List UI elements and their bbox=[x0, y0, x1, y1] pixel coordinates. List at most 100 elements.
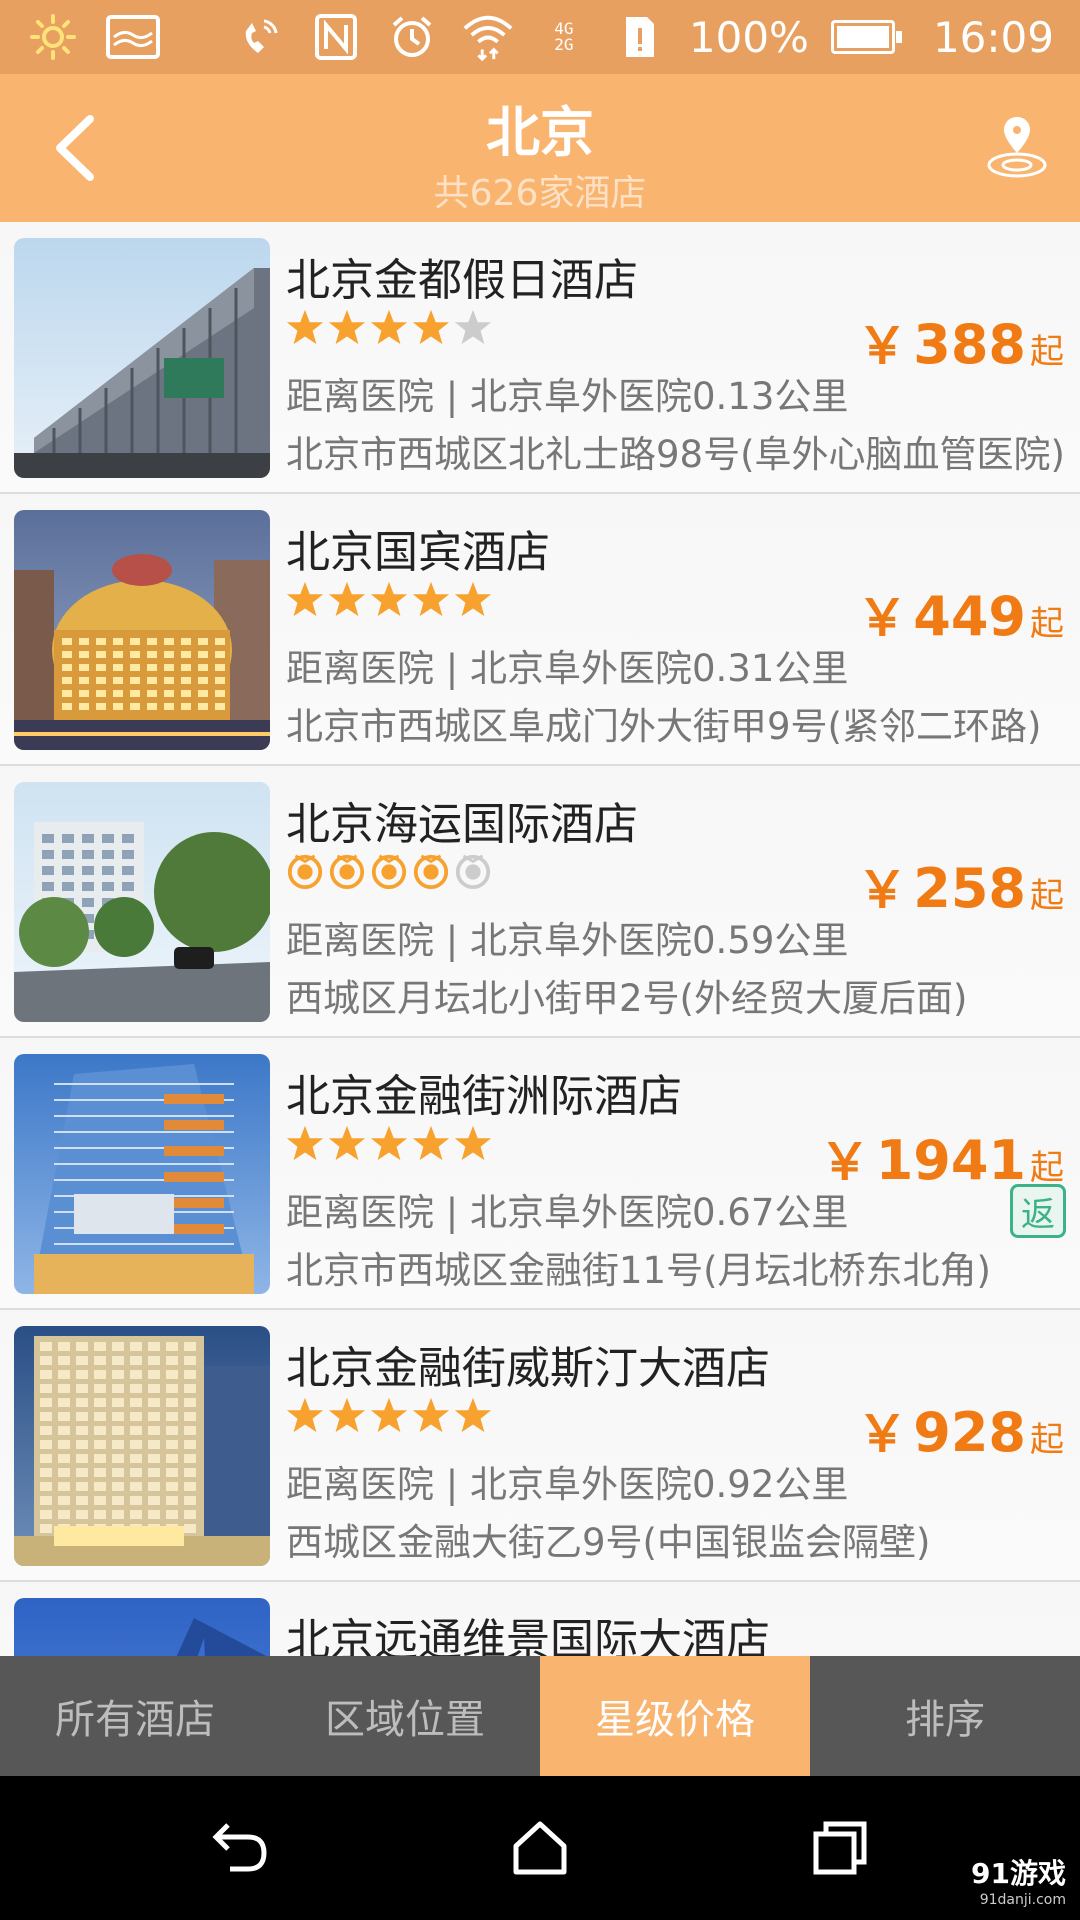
hotel-row[interactable]: 北京海运国际酒店距离医院 | 北京阜外医院0.59公里西城区月坛北小街甲2号(外… bbox=[0, 766, 1080, 1038]
hotel-distance: 距离医院 | 北京阜外医院0.59公里 bbox=[286, 919, 849, 962]
hotel-address: 西城区月坛北小街甲2号(外经贸大厦后面) bbox=[286, 977, 968, 1020]
diamond-rating-icon bbox=[287, 854, 323, 890]
price-amount: 1941 bbox=[875, 1129, 1026, 1192]
currency-symbol: ￥ bbox=[857, 861, 908, 919]
alarm-icon bbox=[385, 12, 439, 62]
hotel-photo bbox=[14, 1598, 270, 1656]
hotel-distance: 距离医院 | 北京阜外医院0.31公里 bbox=[286, 647, 849, 690]
sim-alert-icon bbox=[613, 12, 667, 62]
tab-area-location[interactable]: 区域位置 bbox=[270, 1656, 540, 1776]
header: 北京 共626家酒店 bbox=[0, 74, 1080, 222]
star-icon bbox=[412, 581, 450, 617]
status-bar: 4G 2G 100% 16:09 bbox=[0, 0, 1080, 74]
sun-icon bbox=[26, 12, 80, 62]
price-suffix: 起 bbox=[1030, 1148, 1064, 1188]
star-icon bbox=[286, 309, 324, 345]
star-icon bbox=[454, 1125, 492, 1161]
hotel-rating bbox=[286, 852, 492, 896]
hotel-photo bbox=[14, 238, 270, 478]
price-suffix: 起 bbox=[1030, 332, 1064, 372]
system-nav-bar: 91游戏 91danji.com bbox=[0, 1776, 1080, 1920]
clock: 16:09 bbox=[932, 12, 1054, 62]
star-icon bbox=[454, 581, 492, 617]
hotel-photo bbox=[14, 510, 270, 750]
hotel-row[interactable]: 北京金都假日酒店距离医院 | 北京阜外医院0.13公里北京市西城区北礼士路98号… bbox=[0, 222, 1080, 494]
star-icon bbox=[370, 309, 408, 345]
star-icon bbox=[370, 1397, 408, 1433]
nav-recents-icon bbox=[813, 1821, 867, 1875]
currency-symbol: ￥ bbox=[857, 589, 908, 647]
hotel-list[interactable]: 北京金都假日酒店距离医院 | 北京阜外医院0.13公里北京市西城区北礼士路98号… bbox=[0, 222, 1080, 1656]
hotel-name: 北京金都假日酒店 bbox=[286, 255, 638, 306]
tab-star-price[interactable]: 星级价格 bbox=[540, 1656, 810, 1776]
hotel-rating bbox=[286, 308, 492, 352]
hotel-price: ￥ 928 起 bbox=[857, 1394, 1064, 1466]
nfc-icon bbox=[309, 12, 363, 62]
star-icon bbox=[328, 309, 366, 345]
star-icon bbox=[328, 1125, 366, 1161]
currency-symbol: ￥ bbox=[857, 317, 908, 375]
phone-signal-icon bbox=[233, 12, 287, 62]
star-icon bbox=[412, 309, 450, 345]
nav-home-button[interactable] bbox=[500, 1810, 580, 1886]
star-icon bbox=[328, 1397, 366, 1433]
price-amount: 388 bbox=[913, 313, 1026, 376]
diamond-rating-icon bbox=[329, 854, 365, 890]
hotel-name: 北京金融街威斯汀大酒店 bbox=[286, 1343, 770, 1394]
hotel-address: 北京市西城区金融街11号(月坛北桥东北角) bbox=[286, 1249, 991, 1292]
star-icon bbox=[286, 1397, 324, 1433]
hotel-name: 北京国宾酒店 bbox=[286, 527, 550, 578]
hotel-row[interactable]: 北京金融街威斯汀大酒店 距离医院 | 北京阜外医院0.92公里 西城区金融大街乙9号… bbox=[0, 1310, 1080, 1582]
hotel-count: 共626家酒店 bbox=[433, 173, 647, 214]
cell-signal-icon: 4G 2G bbox=[554, 19, 574, 54]
battery-percent: 100% bbox=[688, 12, 809, 62]
star-icon bbox=[454, 309, 492, 345]
map-pin-icon bbox=[987, 117, 1047, 178]
diamond-rating-icon bbox=[413, 854, 449, 890]
hotel-distance: 距离医院 | 北京阜外医院0.67公里 bbox=[286, 1191, 849, 1234]
hotel-price: ￥ 258 起 bbox=[857, 850, 1064, 922]
hotel-name: 北京海运国际酒店 bbox=[286, 799, 638, 850]
nav-recents-button[interactable] bbox=[800, 1810, 880, 1886]
nav-home-icon bbox=[513, 1821, 567, 1875]
price-suffix: 起 bbox=[1030, 1420, 1064, 1460]
tab-sort[interactable]: 排序 bbox=[810, 1656, 1080, 1776]
price-amount: 449 bbox=[913, 585, 1026, 648]
price-amount: 258 bbox=[913, 857, 1026, 920]
hotel-row[interactable]: 北京远通维景国际大酒店 bbox=[0, 1582, 1080, 1656]
hotel-address: 北京市西城区阜成门外大街甲9号(紧邻二环路) bbox=[286, 705, 1042, 748]
nav-back-icon bbox=[212, 1823, 267, 1872]
watermark: 91游戏 91danji.com bbox=[971, 1857, 1066, 1908]
wifi-icon bbox=[461, 12, 515, 62]
hotel-photo bbox=[14, 782, 270, 1022]
star-icon bbox=[286, 1125, 324, 1161]
hotel-price: ￥ 388 起 bbox=[857, 306, 1064, 378]
star-icon bbox=[412, 1397, 450, 1433]
hotel-rating bbox=[286, 1124, 492, 1168]
hotel-distance: 距离医院 | 北京阜外医院0.13公里 bbox=[286, 375, 849, 418]
price-suffix: 起 bbox=[1030, 876, 1064, 916]
price-suffix: 起 bbox=[1030, 604, 1064, 644]
diamond-rating-icon bbox=[371, 854, 407, 890]
hotel-row[interactable]: 北京金融街洲际酒店距离医院 | 北京阜外医院0.67公里北京市西城区金融街11号… bbox=[0, 1038, 1080, 1310]
page-title: 北京 bbox=[486, 101, 594, 164]
image-icon bbox=[106, 12, 160, 62]
hotel-address: 北京市西城区北礼士路98号(阜外心脑血管医院) bbox=[286, 433, 1065, 476]
hotel-photo bbox=[14, 1326, 270, 1566]
hotel-distance: 距离医院 | 北京阜外医院0.92公里 bbox=[286, 1463, 849, 1506]
location-button[interactable] bbox=[982, 108, 1052, 188]
diamond-rating-icon bbox=[455, 854, 491, 890]
hotel-name: 北京金融街洲际酒店 bbox=[286, 1071, 682, 1122]
rebate-badge: 返 bbox=[1010, 1184, 1066, 1238]
star-icon bbox=[454, 1397, 492, 1433]
nav-back-button[interactable] bbox=[200, 1810, 280, 1886]
hotel-row[interactable]: 北京国宾酒店距离医院 | 北京阜外医院0.31公里北京市西城区阜成门外大街甲9号… bbox=[0, 494, 1080, 766]
star-icon bbox=[370, 1125, 408, 1161]
hotel-price: ￥ 449 起 bbox=[857, 578, 1064, 650]
star-icon bbox=[412, 1125, 450, 1161]
hotel-photo bbox=[14, 1054, 270, 1294]
hotel-rating bbox=[286, 580, 492, 624]
tab-all-hotels[interactable]: 所有酒店 bbox=[0, 1656, 270, 1776]
hotel-name: 北京远通维景国际大酒店 bbox=[286, 1615, 770, 1656]
hotel-rating bbox=[286, 1396, 492, 1440]
